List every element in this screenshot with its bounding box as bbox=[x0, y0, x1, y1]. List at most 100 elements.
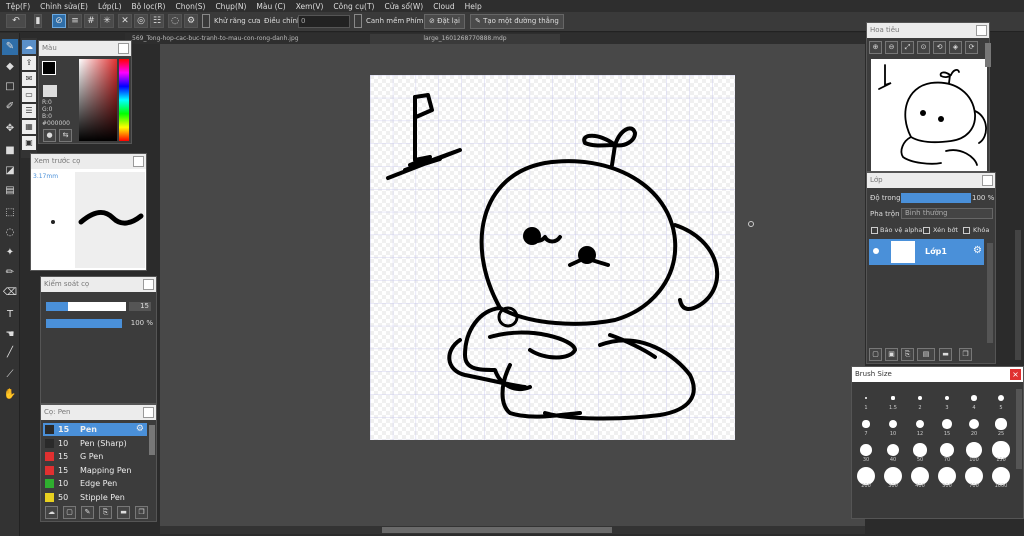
brush-size-option[interactable]: 10 bbox=[882, 415, 904, 437]
brush-item[interactable]: 15 Mapping Pen bbox=[43, 464, 147, 477]
flip-icon[interactable]: ◈ bbox=[949, 41, 962, 54]
brush-size-option[interactable]: 1 bbox=[855, 389, 877, 411]
swap-icon[interactable]: ⇆ bbox=[59, 129, 72, 142]
zoom-in-icon[interactable]: ⊕ bbox=[869, 41, 882, 54]
layer-scrollbar[interactable] bbox=[987, 243, 993, 343]
cloud-brush-icon[interactable]: ☁ bbox=[45, 506, 58, 519]
horizontal-scrollbar[interactable] bbox=[160, 526, 865, 534]
reset-button[interactable]: ⊘ Đặt lại bbox=[424, 14, 465, 29]
menu-item[interactable]: Xem(V) bbox=[296, 2, 324, 11]
parallel-snap-icon[interactable]: ≡ bbox=[68, 14, 82, 28]
brush-size-option[interactable]: 2 bbox=[909, 389, 931, 411]
menu-item[interactable]: Bộ lọc(R) bbox=[132, 2, 166, 11]
menu-item[interactable]: Lớp(L) bbox=[98, 2, 122, 11]
clipping-checkbox[interactable] bbox=[923, 227, 930, 234]
layer-duplicate-icon[interactable]: ❐ bbox=[959, 348, 972, 361]
brush-size-option[interactable]: 5 bbox=[990, 389, 1012, 411]
magic-wand-icon[interactable]: ✦ bbox=[2, 245, 18, 261]
brush-item[interactable]: 10 Pen (Sharp) bbox=[43, 437, 147, 450]
ellipse-snap-icon[interactable]: ◌ bbox=[168, 14, 182, 28]
rotate-left-icon[interactable]: ⟲ bbox=[933, 41, 946, 54]
brush-size-option[interactable]: 7 bbox=[855, 415, 877, 437]
folder-icon[interactable]: ▬ bbox=[117, 506, 130, 519]
layer-menu-icon[interactable]: ▤ bbox=[917, 348, 935, 361]
menu-item[interactable]: Chỉnh sửa(E) bbox=[40, 2, 88, 11]
blur-tool-icon[interactable]: ✐ bbox=[2, 99, 18, 115]
brush-size-value[interactable]: 15 bbox=[129, 302, 151, 311]
layer-opacity-slider[interactable] bbox=[901, 193, 971, 203]
actual-size-icon[interactable]: ⊙ bbox=[917, 41, 930, 54]
drawing-canvas[interactable] bbox=[370, 75, 735, 440]
select-eraser-icon[interactable]: ⌫ bbox=[2, 285, 18, 301]
copy-brush-icon[interactable]: ⎘ bbox=[99, 506, 112, 519]
close-icon[interactable]: × bbox=[1010, 369, 1021, 380]
scrollbar-thumb[interactable] bbox=[382, 527, 612, 533]
circle-snap-icon[interactable]: ◎ bbox=[134, 14, 148, 28]
tab-doc-2[interactable]: large_1601268770888.mdp bbox=[370, 34, 560, 44]
tab-doc-1[interactable]: _569_Tong-hop-cac-buc-tranh-to-mau-con-r… bbox=[125, 34, 355, 44]
brush-size-option[interactable]: 1.5 bbox=[882, 389, 904, 411]
opacity-value[interactable]: 100 % bbox=[123, 319, 153, 328]
brush-size-option[interactable]: 12 bbox=[909, 415, 931, 437]
palette-icon[interactable]: ● bbox=[43, 129, 56, 142]
brush-size-option[interactable]: 700 bbox=[963, 467, 985, 489]
undo-icon[interactable]: ↶ bbox=[6, 14, 26, 28]
brush-size-option[interactable]: 3 bbox=[936, 389, 958, 411]
brush-size-option[interactable]: 25 bbox=[990, 415, 1012, 437]
menu-item[interactable]: Công cụ(T) bbox=[333, 2, 374, 11]
brush-size-option[interactable]: 20 bbox=[963, 415, 985, 437]
dropdown-icon[interactable]: ▮ bbox=[34, 14, 42, 28]
color-hex[interactable]: #000000 bbox=[42, 120, 70, 127]
menu-item[interactable]: Màu (C) bbox=[256, 2, 285, 11]
new-layer-icon[interactable]: ▢ bbox=[869, 348, 882, 361]
brush-size-option[interactable]: 4 bbox=[963, 389, 985, 411]
brush-size-option[interactable]: 40 bbox=[882, 441, 904, 463]
color-picker-square[interactable] bbox=[79, 59, 117, 141]
close-icon[interactable] bbox=[982, 175, 993, 186]
layer-name[interactable]: Lớp1 bbox=[925, 247, 947, 256]
fit-icon[interactable]: ⤢ bbox=[901, 41, 914, 54]
grid-icon[interactable]: ▣ bbox=[22, 136, 36, 150]
lock-checkbox[interactable] bbox=[963, 227, 970, 234]
hand-tool-icon[interactable]: ✋ bbox=[2, 387, 18, 403]
layers-icon[interactable]: ▦ bbox=[22, 120, 36, 134]
divide-tool-icon[interactable]: ╱ bbox=[2, 345, 18, 361]
blend-select[interactable]: Bình thường bbox=[901, 208, 993, 219]
brush-size-option[interactable]: 200 bbox=[855, 467, 877, 489]
menu-item[interactable]: Tệp(F) bbox=[6, 2, 30, 11]
comment-icon[interactable]: ▭ bbox=[22, 88, 36, 102]
close-icon[interactable] bbox=[118, 43, 129, 54]
brush-size-option[interactable]: 300 bbox=[882, 467, 904, 489]
brush-size-option[interactable]: 30 bbox=[855, 441, 877, 463]
brush-settings-icon[interactable]: ⚙ bbox=[136, 423, 144, 436]
brush-tool-icon[interactable]: ✎ bbox=[2, 39, 18, 55]
gradient-tool-icon[interactable]: ▤ bbox=[2, 183, 18, 199]
layer-row[interactable]: Lớp1 ⚙ bbox=[869, 239, 984, 265]
layer-settings-icon[interactable]: ⚙ bbox=[973, 245, 982, 256]
select-pen-icon[interactable]: ✏ bbox=[2, 265, 18, 281]
menu-item[interactable]: Chụp(N) bbox=[215, 2, 246, 11]
close-icon[interactable] bbox=[143, 407, 154, 418]
settings-icon[interactable]: ⚙ bbox=[184, 14, 198, 28]
cross-snap-icon[interactable]: ✕ bbox=[118, 14, 132, 28]
eraser-tool-icon[interactable]: ◆ bbox=[2, 59, 18, 75]
layer-folder-icon[interactable]: ▬ bbox=[939, 348, 952, 361]
close-icon[interactable] bbox=[143, 279, 154, 290]
copy-layer-icon[interactable]: ⎘ bbox=[901, 348, 914, 361]
menu-item[interactable]: Cửa sổ(W) bbox=[384, 2, 423, 11]
snap-checkbox[interactable] bbox=[354, 14, 362, 28]
move-tool-icon[interactable]: ✥ bbox=[2, 121, 18, 137]
right-scrollbar[interactable] bbox=[1015, 230, 1021, 360]
brush-size-option[interactable]: 1000 bbox=[990, 467, 1012, 489]
brush-size-option[interactable]: 100 bbox=[963, 441, 985, 463]
operation-tool-icon[interactable]: ☚ bbox=[2, 327, 18, 343]
brush-size-slider[interactable] bbox=[46, 302, 126, 311]
hue-slider[interactable] bbox=[119, 59, 129, 141]
brush-size-option[interactable]: 400 bbox=[909, 467, 931, 489]
zoom-out-icon[interactable]: ⊖ bbox=[885, 41, 898, 54]
layer-opacity-value[interactable]: 100 % bbox=[972, 194, 994, 202]
new-layer-alt-icon[interactable]: ▣ bbox=[885, 348, 898, 361]
opacity-slider[interactable] bbox=[46, 319, 122, 328]
brush-list-scrollbar[interactable] bbox=[149, 425, 155, 455]
protect-alpha-checkbox[interactable] bbox=[871, 227, 878, 234]
